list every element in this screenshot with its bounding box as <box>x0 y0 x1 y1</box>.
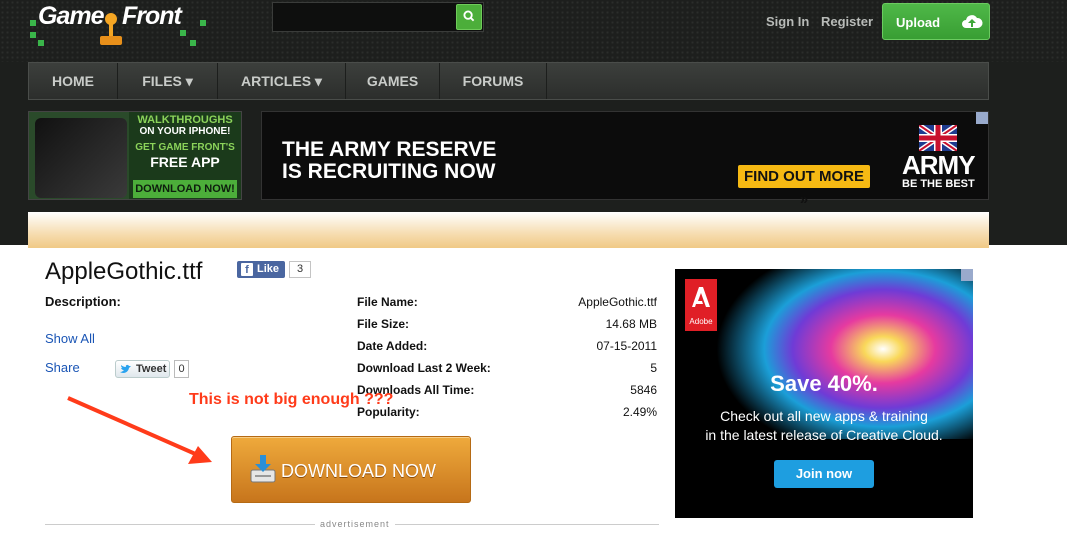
nav-articles[interactable]: ARTICLES ▾ <box>218 63 346 99</box>
app-banner-ad[interactable]: WALKTHROUGHS ON YOUR IPHONE! GET GAME FR… <box>28 111 242 200</box>
nav-home[interactable]: HOME <box>29 63 118 99</box>
tweet-count: 0 <box>174 360 189 378</box>
sign-in-link[interactable]: Sign In <box>766 14 809 29</box>
army-tagline: BE THE BEST <box>902 178 975 190</box>
app-ad-line4: FREE APP <box>150 154 220 170</box>
ad-choices-icon[interactable] <box>961 269 973 281</box>
annotation-text: This is not big enough ??? <box>189 391 394 408</box>
adobe-copy-1: Check out all new apps & training <box>720 408 928 424</box>
logo-dot <box>180 30 186 36</box>
info-key: File Size: <box>357 317 410 331</box>
like-label: Like <box>257 263 280 275</box>
army-ad-headline-1: THE ARMY RESERVE <box>282 138 497 161</box>
find-out-more-button[interactable]: FIND OUT MORE » <box>738 165 870 208</box>
army-brand: ARMY <box>902 150 976 180</box>
tweet-button[interactable]: Tweet <box>115 360 170 378</box>
logo-dot <box>190 40 196 46</box>
adobe-logo: Adobe <box>685 279 717 331</box>
info-row-download-2week: Download Last 2 Week: 5 <box>357 361 657 381</box>
twitter-bird-icon <box>120 364 131 373</box>
advertisement-label: advertisement <box>315 519 395 529</box>
logo-dot <box>30 32 36 38</box>
uk-flag-icon <box>919 125 957 151</box>
info-value: 2.49% <box>622 405 657 419</box>
tweet-label: Tweet <box>136 363 167 375</box>
army-banner-ad[interactable]: THE ARMY RESERVE IS RECRUITING NOW FIND … <box>261 111 989 208</box>
adobe-banner-ad[interactable]: Adobe Save 40%. Check out all new apps &… <box>675 269 973 518</box>
info-key: Date Added: <box>357 339 428 353</box>
app-ad-line1: WALKTHROUGHS <box>137 114 233 126</box>
info-key: File Name: <box>357 295 418 309</box>
nav-forums[interactable]: FORUMS <box>440 63 547 99</box>
like-count: 3 <box>289 261 311 278</box>
nav-files[interactable]: FILES ▾ <box>118 63 218 99</box>
file-title: AppleGothic.ttf <box>45 258 203 285</box>
download-icon <box>250 455 276 483</box>
info-value: 5 <box>650 361 657 375</box>
main-nav: HOME FILES ▾ ARTICLES ▾ GAMES FORUMS <box>28 62 989 100</box>
register-link[interactable]: Register <box>821 14 873 29</box>
joystick-icon <box>100 13 122 45</box>
info-key: Download Last 2 Week: <box>357 361 491 375</box>
info-value: 14.68 MB <box>605 317 657 331</box>
download-now-button[interactable]: DOWNLOAD NOW <box>231 436 471 503</box>
site-logo[interactable]: Game Front <box>30 0 210 56</box>
adobe-copy-2: in the latest release of Creative Cloud. <box>705 427 943 443</box>
upload-label: Upload <box>896 15 941 30</box>
logo-text-front: Front <box>122 2 182 30</box>
logo-dot <box>200 20 206 26</box>
logo-text-game: Game <box>38 2 104 30</box>
description-label: Description: <box>45 294 121 309</box>
info-row-file-size: File Size: 14.68 MB <box>357 317 657 337</box>
search-button[interactable] <box>456 4 482 30</box>
nav-games[interactable]: GAMES <box>346 63 440 99</box>
facebook-icon: f <box>241 263 253 276</box>
show-all-link[interactable]: Show All <box>45 331 95 346</box>
search-input[interactable] <box>272 2 484 32</box>
app-ad-line2: ON YOUR IPHONE! <box>139 126 231 137</box>
info-row-downloads-all-time: Downloads All Time: 5846 <box>357 383 657 403</box>
info-row-file-name: File Name: AppleGothic.ttf <box>357 295 657 315</box>
app-ad-line3: GET GAME FRONT'S <box>135 142 235 153</box>
info-row-date-added: Date Added: 07-15-2011 <box>357 339 657 359</box>
adobe-brand-text: Adobe <box>689 317 713 326</box>
upload-button[interactable]: Upload <box>882 3 990 40</box>
app-ad-download-button[interactable]: DOWNLOAD NOW! <box>133 180 237 198</box>
content-card-header <box>28 212 989 248</box>
ad-choices-icon[interactable] <box>976 112 988 124</box>
logo-dot <box>38 40 44 46</box>
info-value: AppleGothic.ttf <box>578 295 657 309</box>
logo-dot <box>30 20 36 26</box>
info-value: 07-15-2011 <box>596 339 658 353</box>
adobe-a-icon <box>692 287 710 307</box>
cloud-upload-icon <box>962 15 983 28</box>
join-now-button[interactable]: Join now <box>774 460 874 488</box>
share-link[interactable]: Share <box>45 360 80 375</box>
army-ad-headline-2: IS RECRUITING NOW <box>282 160 496 183</box>
download-now-label: DOWNLOAD NOW <box>281 461 436 481</box>
adobe-headline: Save 40%. <box>770 371 878 396</box>
info-value: 5846 <box>630 383 657 397</box>
info-row-popularity: Popularity: 2.49% <box>357 405 657 425</box>
phone-image <box>35 118 127 198</box>
facebook-like-button[interactable]: f Like <box>237 261 285 278</box>
search-icon <box>463 10 475 22</box>
